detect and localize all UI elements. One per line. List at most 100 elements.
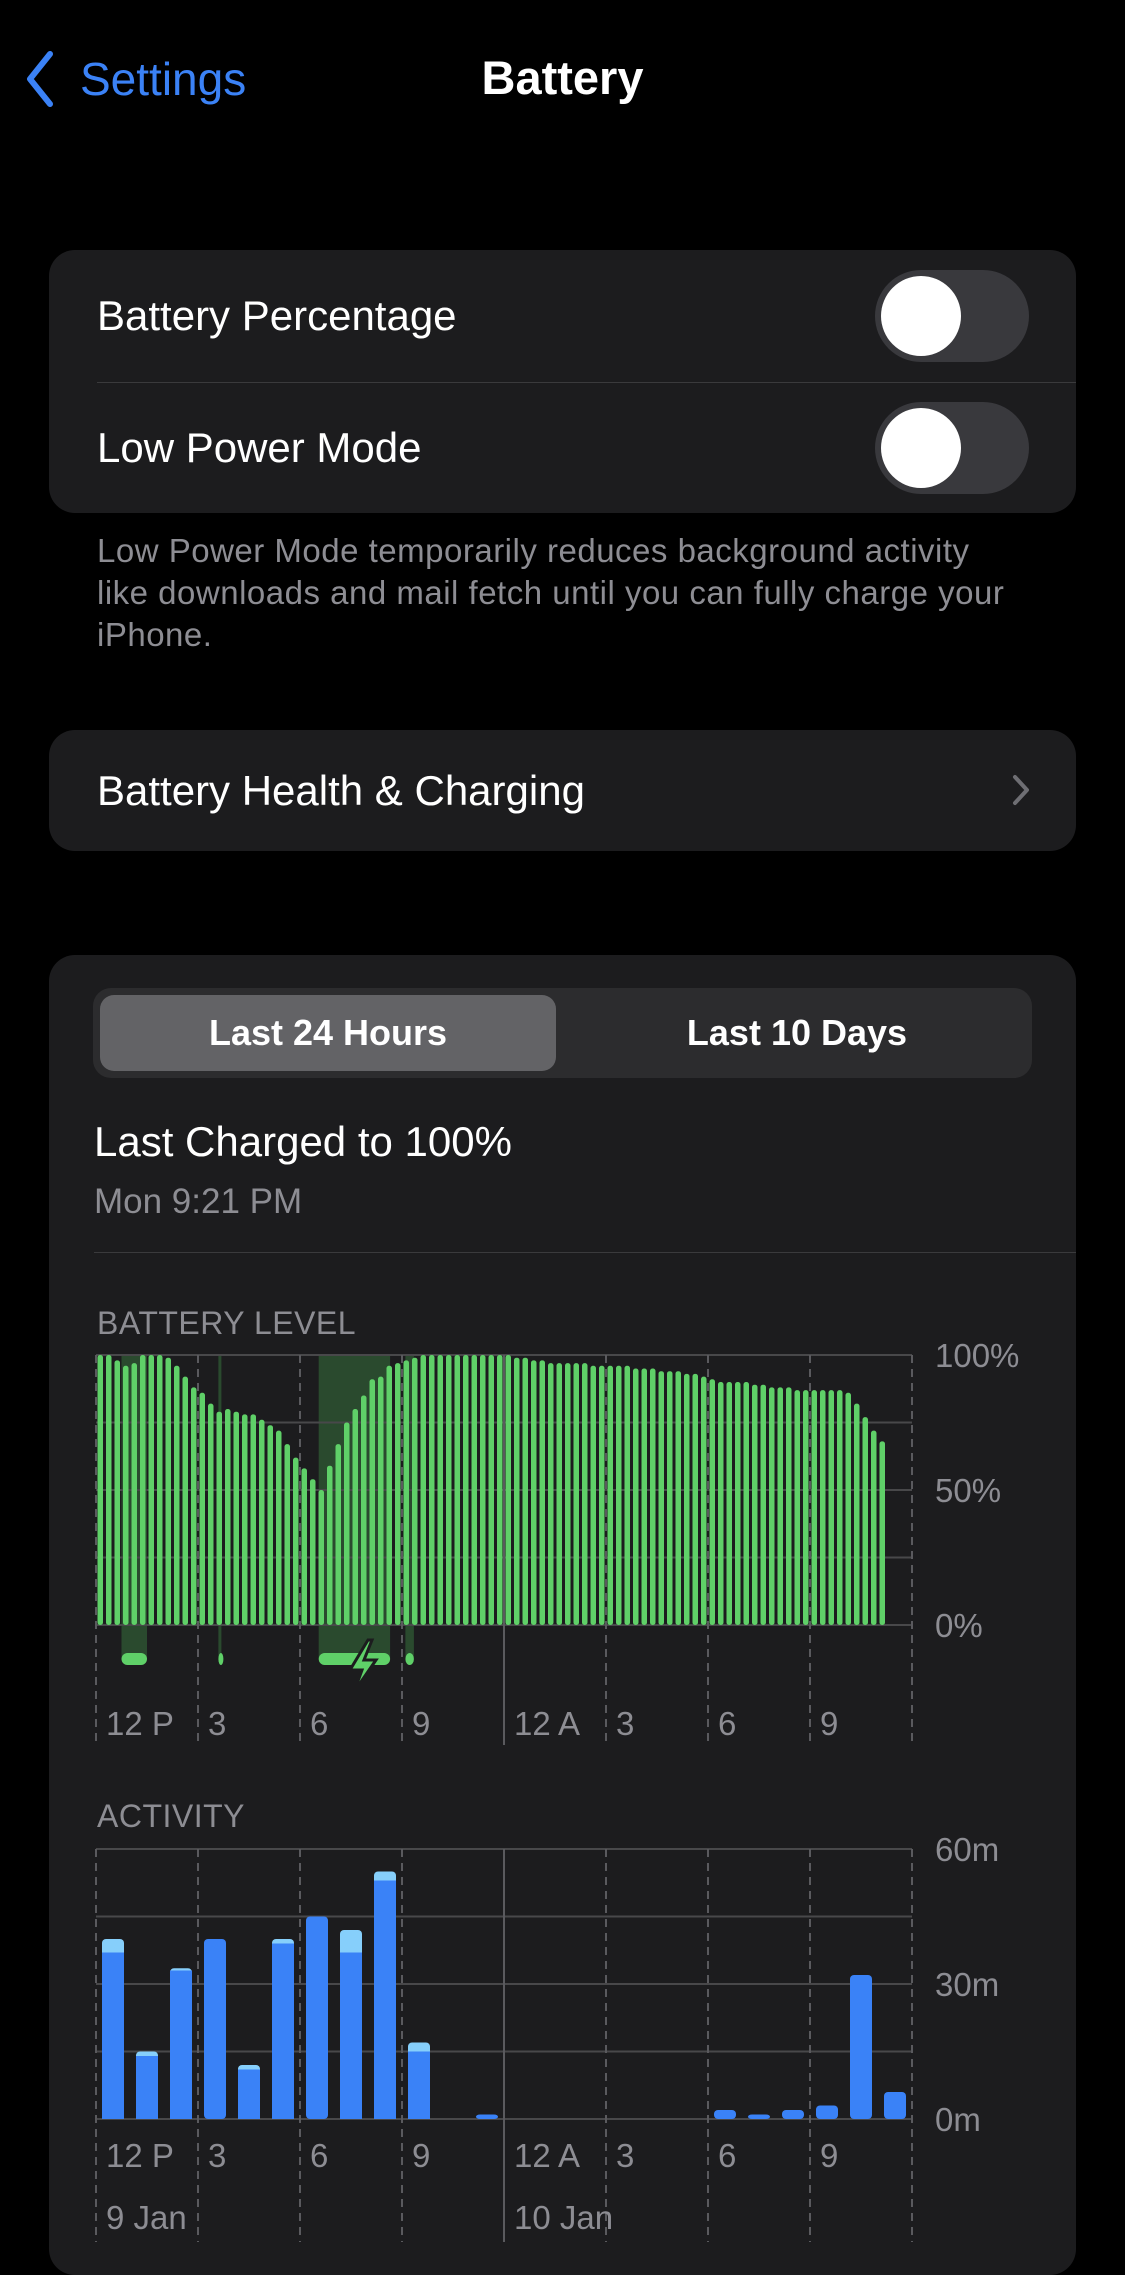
battery-bar bbox=[114, 1360, 120, 1625]
low-power-footer: Low Power Mode temporarily reduces backg… bbox=[97, 532, 1005, 653]
battery-bar bbox=[726, 1382, 732, 1625]
battery-bar bbox=[573, 1363, 579, 1625]
battery-bar bbox=[658, 1371, 664, 1625]
battery-bar bbox=[446, 1355, 452, 1625]
battery-bar bbox=[335, 1444, 341, 1625]
battery-level-heading: BATTERY LEVEL bbox=[97, 1305, 357, 1341]
activity-bar-screen-on bbox=[136, 2056, 158, 2119]
battery-bar bbox=[157, 1355, 163, 1625]
activity-bar-screen-on bbox=[782, 2110, 804, 2119]
activity-bar-screen-on bbox=[714, 2110, 736, 2119]
x-tick-label: 9 bbox=[820, 2137, 838, 2174]
battery-bar bbox=[650, 1368, 656, 1625]
battery-bar bbox=[463, 1355, 469, 1625]
battery-bar bbox=[225, 1409, 231, 1625]
battery-bar bbox=[106, 1355, 112, 1625]
battery-bar bbox=[488, 1355, 494, 1625]
battery-bar bbox=[284, 1444, 290, 1625]
battery-bar bbox=[437, 1355, 443, 1625]
battery-bar bbox=[318, 1490, 324, 1625]
battery-bar bbox=[871, 1430, 877, 1625]
battery-bar bbox=[420, 1355, 426, 1625]
battery-bar bbox=[471, 1355, 477, 1625]
battery-bar bbox=[259, 1419, 265, 1625]
battery-bar bbox=[862, 1417, 868, 1625]
battery-level-chart: 100% 50% 0% 12 P 3 6 9 12 A 3 6 9 bbox=[95, 1340, 1019, 1745]
battery-bar bbox=[191, 1387, 197, 1625]
battery-bar bbox=[735, 1382, 741, 1625]
battery-bar bbox=[293, 1457, 299, 1625]
tab-last-10-days[interactable]: Last 10 Days bbox=[569, 995, 1025, 1071]
last-charged-title: Last Charged to 100% bbox=[94, 1118, 512, 1165]
y-tick-label: 60m bbox=[935, 1831, 999, 1868]
y-tick-label: 0m bbox=[935, 2101, 981, 2138]
battery-bar bbox=[752, 1384, 758, 1625]
x-tick-label: 3 bbox=[208, 2137, 226, 2174]
charging-indicator bbox=[218, 1653, 224, 1665]
activity-chart: 60m 30m 0m 12 P 3 6 9 12 A 3 6 9 9 Jan 10 Jan bbox=[95, 1831, 999, 2242]
battery-health-label: Battery Health & Charging bbox=[97, 766, 585, 814]
battery-bar bbox=[667, 1371, 673, 1625]
battery-bar bbox=[454, 1355, 460, 1625]
time-range-segmented-control: Last 24 Hours Last 10 Days bbox=[93, 988, 1032, 1078]
battery-bar bbox=[624, 1365, 630, 1625]
battery-bar bbox=[480, 1355, 486, 1625]
battery-bar bbox=[140, 1355, 146, 1625]
battery-bar bbox=[386, 1365, 392, 1625]
battery-bar bbox=[548, 1363, 554, 1625]
battery-bar bbox=[794, 1390, 800, 1625]
x-tick-label: 6 bbox=[718, 2137, 736, 2174]
battery-health-row[interactable]: Battery Health & Charging bbox=[49, 730, 1076, 851]
low-power-mode-label: Low Power Mode bbox=[97, 424, 422, 471]
battery-bar bbox=[148, 1355, 154, 1625]
battery-bar bbox=[233, 1411, 239, 1625]
battery-bar bbox=[803, 1390, 809, 1625]
low-power-mode-toggle[interactable] bbox=[875, 402, 1029, 494]
toggle-knob bbox=[881, 276, 961, 356]
battery-bar bbox=[701, 1376, 707, 1625]
section-divider bbox=[94, 1252, 1076, 1253]
battery-bar bbox=[327, 1465, 333, 1625]
activity-bar-screen-on bbox=[306, 1916, 328, 2119]
battery-bar bbox=[811, 1390, 817, 1625]
battery-bar bbox=[607, 1365, 613, 1625]
battery-bar bbox=[743, 1382, 749, 1625]
y-tick-label: 50% bbox=[935, 1472, 1001, 1509]
battery-bar bbox=[505, 1355, 511, 1625]
battery-bar bbox=[250, 1414, 256, 1625]
x-tick-label: 12 A bbox=[514, 2137, 580, 2174]
battery-bar bbox=[310, 1479, 316, 1625]
activity-bar-screen-on bbox=[408, 2051, 430, 2119]
battery-bar bbox=[539, 1360, 545, 1625]
battery-bar bbox=[208, 1403, 214, 1625]
chevron-right-icon bbox=[1013, 775, 1029, 805]
battery-bar bbox=[522, 1357, 528, 1625]
x-tick-label: 12 P bbox=[106, 1705, 174, 1742]
battery-bar bbox=[216, 1411, 222, 1625]
x-tick-label: 12 A bbox=[514, 1705, 580, 1742]
battery-bar bbox=[497, 1355, 503, 1625]
battery-bar bbox=[395, 1363, 401, 1625]
battery-bar bbox=[837, 1390, 843, 1625]
battery-percentage-toggle[interactable] bbox=[875, 270, 1029, 362]
y-tick-label: 0% bbox=[935, 1607, 983, 1644]
tab-last-24-hours[interactable]: Last 24 Hours bbox=[100, 995, 556, 1071]
date-label: 9 Jan bbox=[106, 2199, 187, 2236]
charging-indicator bbox=[121, 1653, 147, 1665]
x-tick-label: 9 bbox=[412, 2137, 430, 2174]
battery-bar bbox=[378, 1376, 384, 1625]
toggle-knob bbox=[881, 408, 961, 488]
battery-bar bbox=[556, 1363, 562, 1625]
date-label: 10 Jan bbox=[514, 2199, 613, 2236]
y-tick-label: 100% bbox=[935, 1340, 1019, 1374]
activity-bar-screen-on bbox=[748, 2114, 770, 2119]
battery-bar bbox=[565, 1363, 571, 1625]
x-tick-label: 6 bbox=[718, 1705, 736, 1742]
activity-bar-screen-on bbox=[816, 2105, 838, 2119]
battery-percentage-label: Battery Percentage bbox=[97, 292, 457, 339]
battery-bar bbox=[412, 1357, 418, 1625]
battery-bar bbox=[879, 1441, 885, 1625]
battery-bar bbox=[403, 1360, 409, 1625]
battery-bar bbox=[845, 1392, 851, 1625]
battery-bar bbox=[675, 1371, 681, 1625]
